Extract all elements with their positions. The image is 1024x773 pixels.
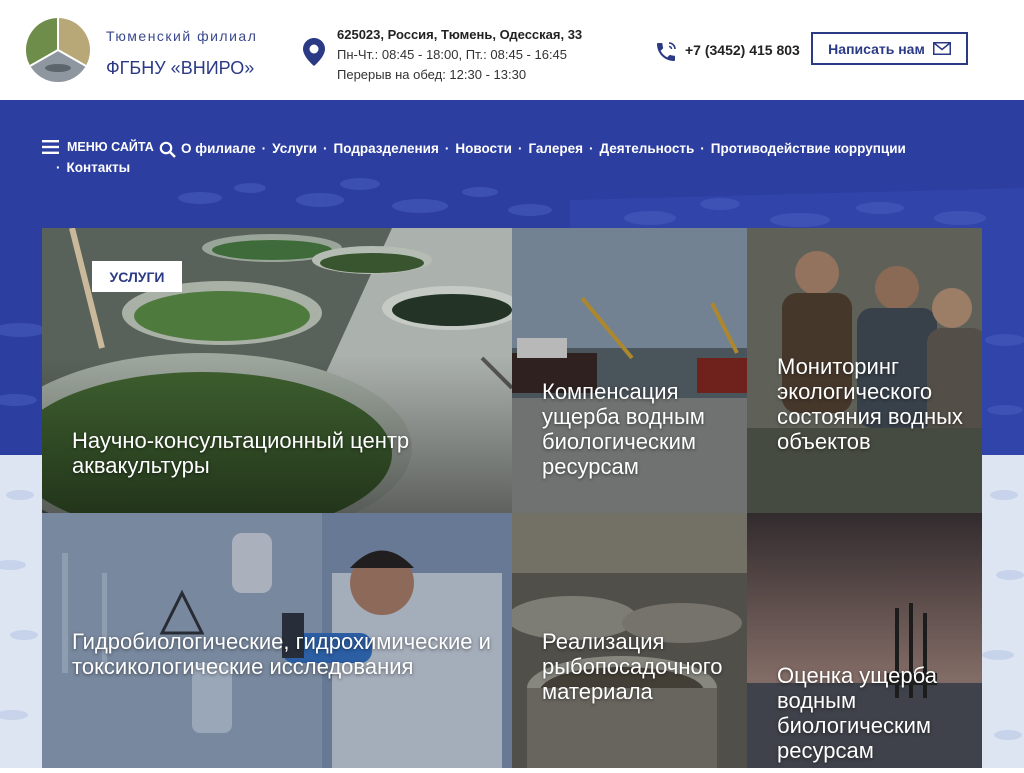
nav-item-about[interactable]: О филиале <box>181 141 256 156</box>
location-pin-icon <box>303 38 325 66</box>
nav-separator: · <box>323 141 328 156</box>
nav-item-services[interactable]: Услуги <box>272 141 317 156</box>
site-header: Тюменский филиал ФГБНУ «ВНИРО» 625023, Р… <box>0 0 1024 100</box>
address: 625023, Россия, Тюмень, Одесская, 33 <box>337 27 583 42</box>
working-hours: Пн-Чт.: 08:45 - 18:00, Пт.: 08:45 - 16:4… <box>337 47 568 62</box>
services-badge[interactable]: УСЛУГИ <box>92 261 182 292</box>
tile-compensation-title: Компенсация ущерба водным биологическим … <box>542 379 705 479</box>
nav-item-activity[interactable]: Деятельность <box>599 141 694 156</box>
lunch-break: Перерыв на обед: 12:30 - 13:30 <box>337 67 527 82</box>
envelope-icon <box>932 42 951 55</box>
tile-aquaculture-title: Научно-консультационный центр аквакульту… <box>72 428 410 478</box>
tile-research[interactable]: Гидробиологические, гидрохимические и то… <box>42 513 512 768</box>
nav-separator: · <box>56 160 61 175</box>
tile-monitoring[interactable]: Мониторинг экологического состояния водн… <box>747 228 982 513</box>
nav-row-1: О филиале · Услуги · Подразделения · Нов… <box>181 141 906 156</box>
nav-item-contacts[interactable]: Контакты <box>67 160 131 175</box>
menu-label: МЕНЮ САЙТА <box>67 140 154 154</box>
nav-separator: · <box>261 141 267 156</box>
write-us-button[interactable]: Написать нам <box>811 32 968 65</box>
logo[interactable] <box>26 18 90 82</box>
nav-separator: · <box>588 141 594 156</box>
contact-address-block: 625023, Россия, Тюмень, Одесская, 33 Пн-… <box>337 25 582 85</box>
branch-label: Тюменский филиал <box>106 28 258 44</box>
nav-separator: · <box>700 141 705 156</box>
nav-item-departments[interactable]: Подразделения <box>334 141 439 156</box>
services-grid: УСЛУГИ Научно-консультационный центр акв… <box>42 228 982 768</box>
nav-row-2: · Контакты <box>56 160 130 175</box>
tile-assessment[interactable]: Оценка ущерба водным биологическим ресур… <box>747 513 982 768</box>
hamburger-icon <box>42 140 59 154</box>
tile-compensation[interactable]: Компенсация ущерба водным биологическим … <box>512 228 747 513</box>
nav-item-gallery[interactable]: Галерея <box>528 141 583 156</box>
nav-item-news[interactable]: Новости <box>455 141 512 156</box>
phone-number[interactable]: +7 (3452) 415 803 <box>685 42 800 58</box>
site-menu-toggle[interactable]: МЕНЮ САЙТА <box>42 140 154 154</box>
tile-fry[interactable]: Реализация рыбопосадочного материала <box>512 513 747 768</box>
phone-icon <box>657 42 676 61</box>
tile-research-title: Гидробиологические, гидрохимические и то… <box>72 629 491 679</box>
tile-fry-title: Реализация рыбопосадочного материала <box>542 629 723 704</box>
nav-item-anticorruption[interactable]: Противодействие коррупции <box>711 141 906 156</box>
search-icon[interactable] <box>159 141 176 158</box>
nav-separator: · <box>444 141 450 156</box>
nav-separator: · <box>517 141 523 156</box>
tile-assessment-title: Оценка ущерба водным биологическим ресур… <box>777 663 937 763</box>
write-us-label: Написать нам <box>828 40 925 57</box>
tile-monitoring-title: Мониторинг экологического состояния водн… <box>777 354 963 454</box>
tile-aquaculture[interactable]: УСЛУГИ Научно-консультационный центр акв… <box>42 228 512 513</box>
org-name: ФГБНУ «ВНИРО» <box>106 58 255 78</box>
